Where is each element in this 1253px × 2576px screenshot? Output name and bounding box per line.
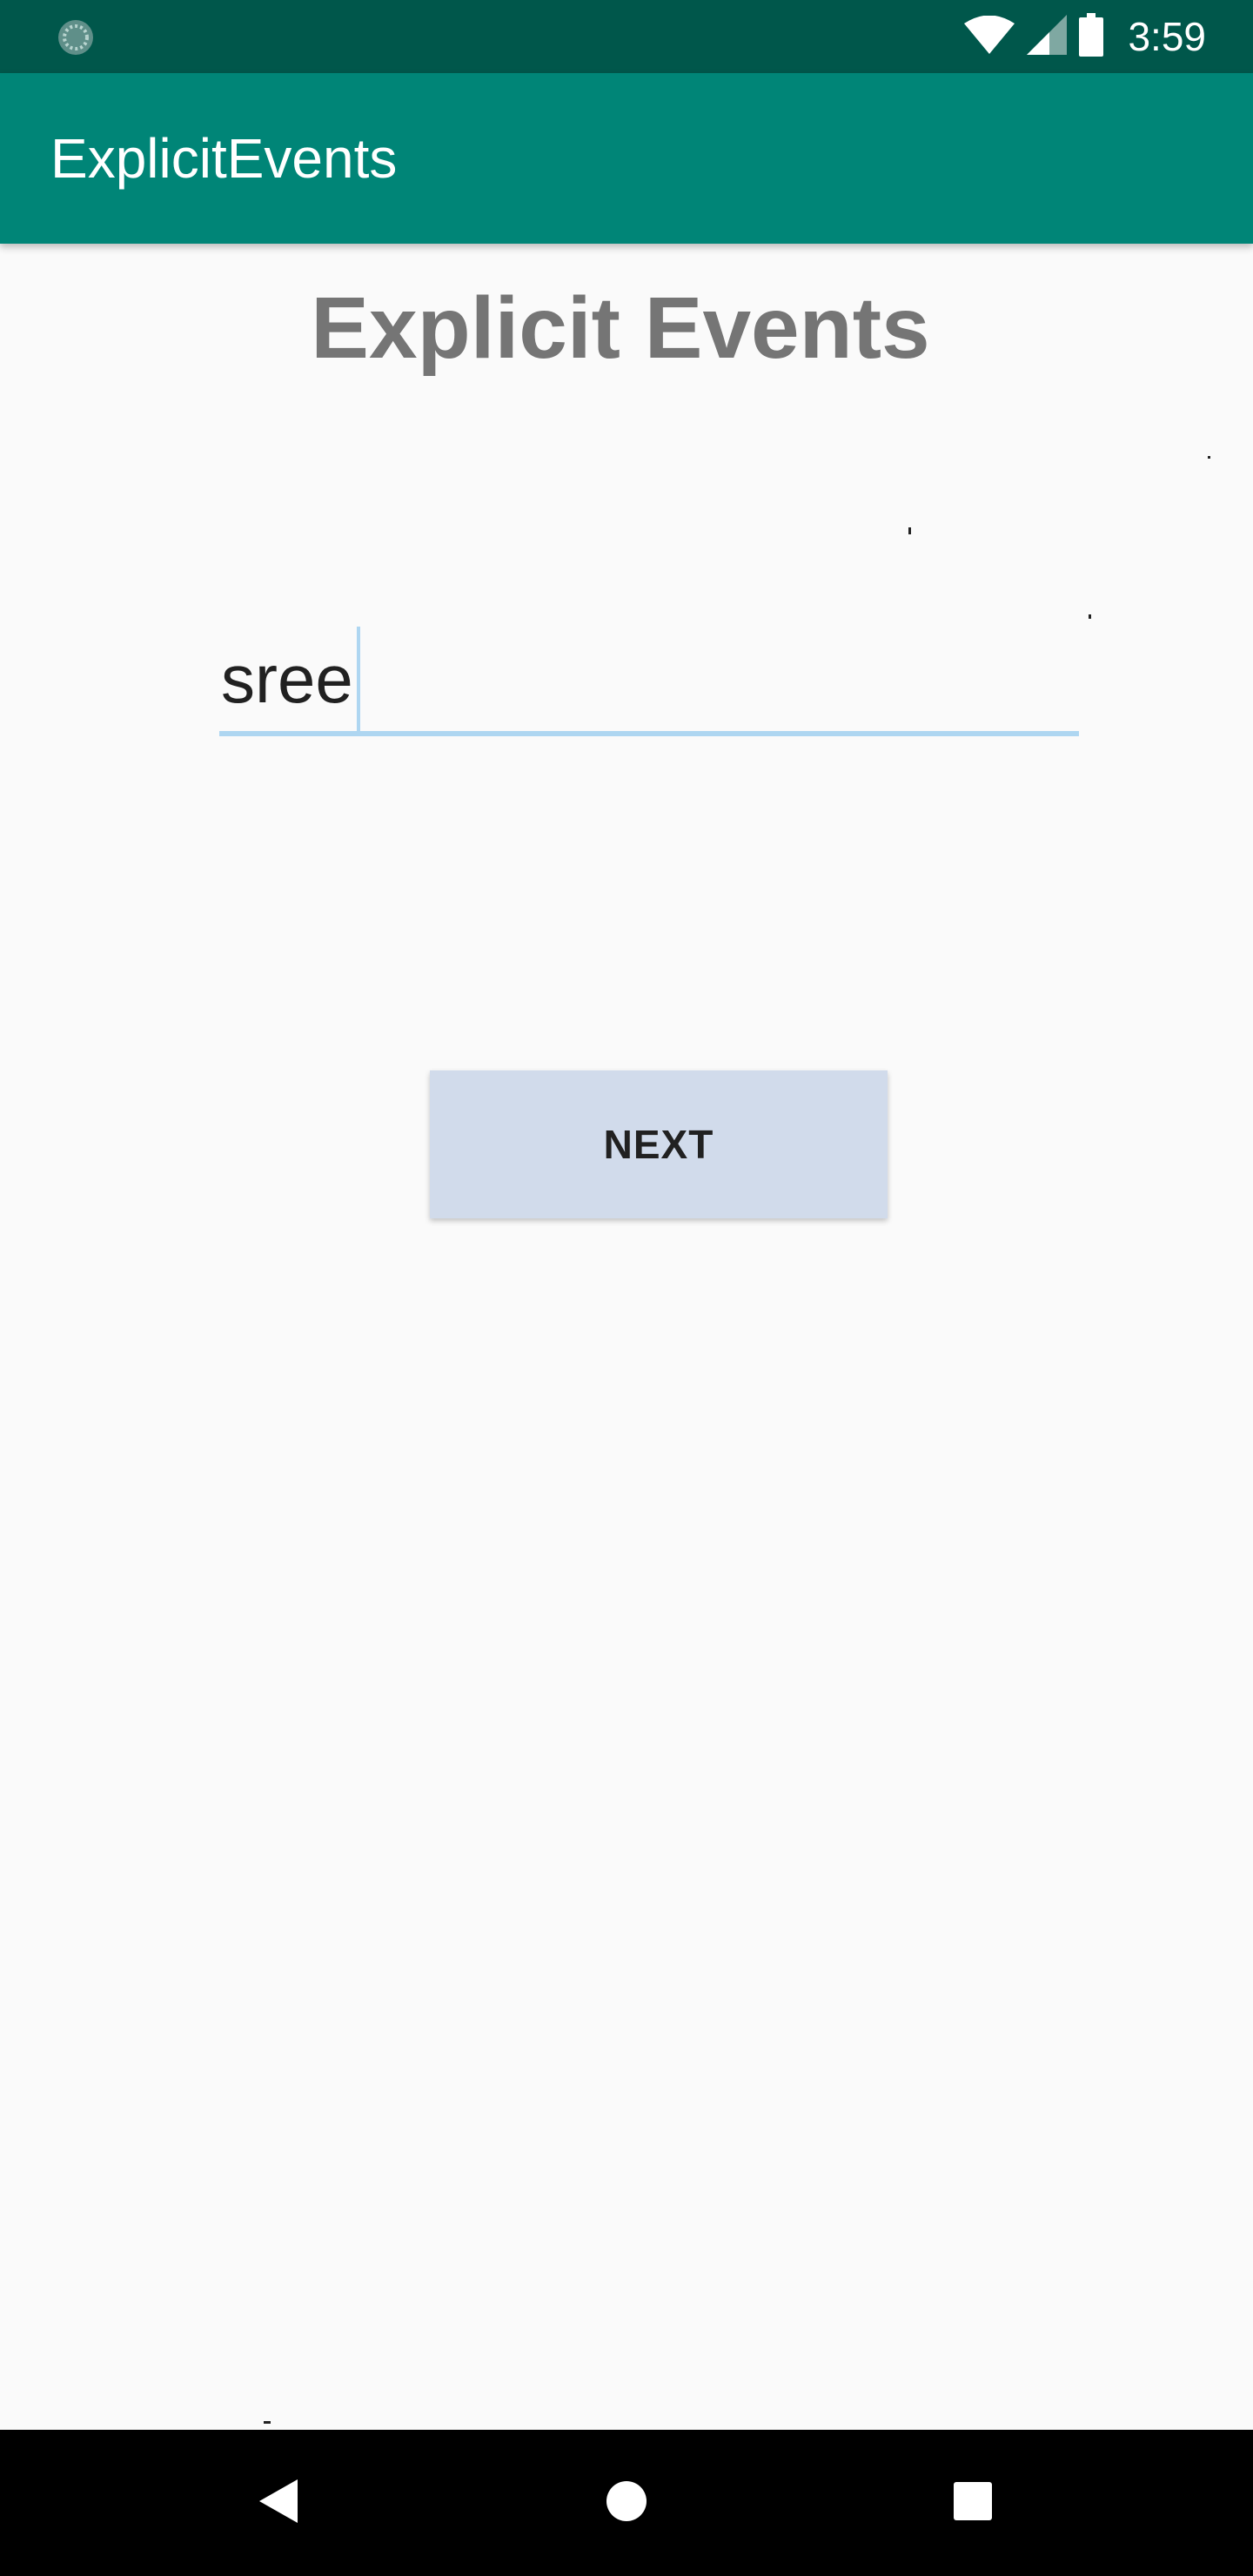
status-icons: 3:59 <box>964 0 1206 73</box>
navigation-bar <box>0 2430 1253 2576</box>
battery-icon <box>1079 12 1104 61</box>
wifi-icon <box>964 15 1015 58</box>
next-button[interactable]: NEXT <box>430 1070 888 1218</box>
recents-icon <box>954 2481 992 2525</box>
screen: 3:59 ExplicitEvents Explicit Events sree… <box>0 0 1253 2576</box>
name-input-value[interactable]: sree <box>221 635 353 722</box>
speck <box>1089 614 1091 619</box>
speck <box>1208 456 1210 459</box>
page-heading: Explicit Events <box>311 279 930 377</box>
speck <box>264 2421 271 2424</box>
sync-spinner-icon <box>56 17 96 57</box>
cell-signal-icon <box>1027 14 1068 59</box>
back-icon <box>259 2479 298 2527</box>
recents-button[interactable] <box>900 2430 1046 2576</box>
status-clock: 3:59 <box>1128 14 1206 59</box>
text-cursor <box>357 627 360 731</box>
input-underline <box>219 731 1079 736</box>
home-icon <box>606 2480 647 2526</box>
app-bar: ExplicitEvents <box>0 73 1253 244</box>
status-bar: 3:59 <box>0 0 1253 73</box>
home-button[interactable] <box>553 2430 700 2576</box>
app-title: ExplicitEvents <box>50 127 398 190</box>
back-button[interactable] <box>205 2430 352 2576</box>
name-input-field[interactable]: sree <box>219 618 1079 736</box>
speck <box>908 527 911 534</box>
